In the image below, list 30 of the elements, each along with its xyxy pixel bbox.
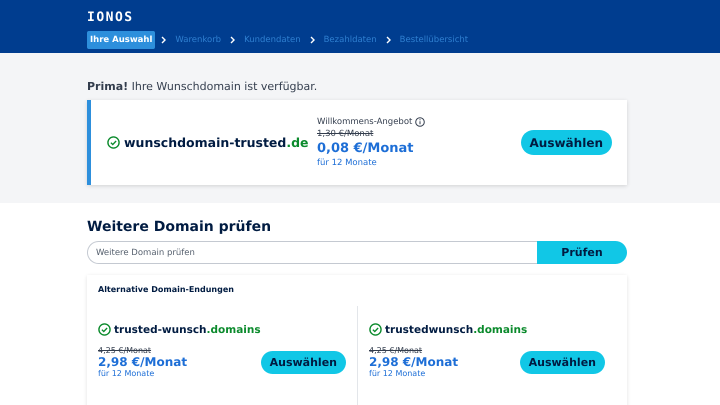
old-price: 1,30 €/Monat: [317, 129, 374, 139]
domain-name: wunschdomain-trusted.de: [124, 135, 309, 150]
select-button[interactable]: Auswählen: [520, 350, 605, 374]
check-icon: [107, 136, 120, 149]
price: 2,98 €/Monat: [98, 355, 188, 369]
chevron-icon: [386, 36, 391, 44]
chevron-icon: [230, 36, 236, 44]
price: 2,98 €/Monat: [369, 355, 458, 369]
offer-label: Willkommens-Angebot: [317, 117, 412, 127]
domain-search-field[interactable]: Weitere Domain prüfen: [87, 241, 537, 264]
chevron-icon: [310, 36, 315, 44]
section-title: Weitere Domain prüfen: [87, 219, 272, 235]
availability-message: Prima! Ihre Wunschdomain ist verfügbar.: [87, 80, 318, 93]
domain-name: trusted-wunsch.domains: [114, 324, 261, 336]
domain-name: trustedwunsch.domains: [385, 324, 528, 336]
price: 0,08 €/Monat: [317, 141, 415, 156]
logo[interactable]: IONOS: [87, 10, 134, 25]
check-button[interactable]: Prüfen: [537, 241, 627, 264]
check-icon: [98, 323, 111, 336]
old-price: 4,25 €/Monat: [98, 346, 152, 355]
check-icon: [369, 323, 382, 336]
select-button[interactable]: Auswählen: [520, 130, 612, 155]
select-button[interactable]: Auswählen: [260, 350, 346, 374]
info-icon[interactable]: [415, 117, 426, 127]
term-text: für 12 Monate: [369, 369, 426, 378]
term-text: für 12 Monate: [98, 369, 156, 378]
chevron-icon: [161, 36, 166, 44]
old-price: 4,25 €/Monat: [369, 346, 424, 355]
term-text: für 12 Monate: [317, 158, 378, 168]
panel-title: Alternative Domain-Endungen: [98, 285, 235, 294]
